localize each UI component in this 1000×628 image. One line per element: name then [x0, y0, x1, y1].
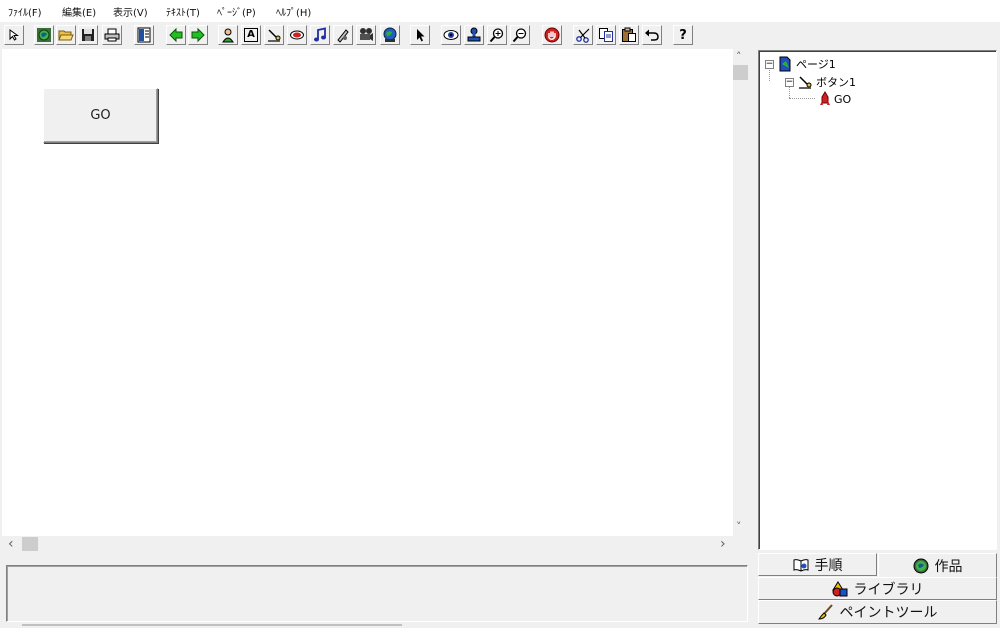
- toolbar: A ?: [0, 22, 1000, 48]
- zoom-out-button[interactable]: [510, 25, 530, 45]
- stamp-button[interactable]: [464, 25, 484, 45]
- work-canvas[interactable]: GO: [2, 49, 733, 536]
- copy-button[interactable]: [596, 25, 616, 45]
- scroll-left-arrow-icon[interactable]: ‹: [8, 537, 14, 551]
- button-tool-icon: [268, 29, 281, 42]
- tab-label-work: 作品: [934, 559, 963, 575]
- stop-button[interactable]: [542, 25, 562, 45]
- new-work-button[interactable]: [34, 25, 54, 45]
- tab-paint-tool[interactable]: ペイントツール: [758, 600, 997, 624]
- character-button[interactable]: [218, 25, 238, 45]
- music-note-icon: [314, 27, 326, 42]
- scroll-down-arrow-icon[interactable]: ˅: [736, 521, 742, 532]
- zoom-in-button[interactable]: [487, 25, 507, 45]
- collapse-toggle[interactable]: −: [785, 77, 794, 87]
- preview-button[interactable]: [441, 25, 461, 45]
- stamp-icon: [467, 27, 481, 42]
- tab-label-library: ライブラリ: [853, 581, 924, 598]
- zoom-out-icon: [512, 28, 527, 43]
- tab-label-procedure: 手順: [814, 557, 843, 574]
- horizontal-scroll-thumb[interactable]: [22, 537, 38, 551]
- page-icon: [779, 56, 791, 72]
- next-page-button[interactable]: [188, 25, 208, 45]
- print-button[interactable]: [102, 25, 122, 45]
- scissors-icon: [576, 28, 590, 43]
- shapes-icon: [831, 580, 847, 596]
- object-tree[interactable]: − ページ1 − ボタン1 GO: [758, 50, 997, 550]
- menu-text[interactable]: ﾃｷｽﾄ(T): [166, 4, 200, 19]
- globe-icon: [37, 28, 51, 42]
- help-button[interactable]: ?: [673, 25, 693, 45]
- rocket-icon: [820, 91, 830, 105]
- web-globe-icon: [383, 27, 397, 42]
- go-button[interactable]: GO: [43, 88, 158, 143]
- stop-hand-icon: [544, 27, 560, 43]
- previous-page-button[interactable]: [166, 25, 186, 45]
- layout-button[interactable]: [134, 25, 154, 45]
- tab-work[interactable]: 作品: [878, 553, 997, 578]
- text-box-icon: A: [244, 28, 258, 42]
- printer-icon: [104, 28, 120, 42]
- globe-icon: [913, 558, 928, 574]
- undo-button[interactable]: [642, 25, 662, 45]
- character-icon: [222, 28, 234, 43]
- menu-edit[interactable]: 編集(E): [62, 4, 96, 19]
- tree-node-action[interactable]: GO: [819, 91, 851, 107]
- tree-node-page[interactable]: − ページ1: [765, 56, 836, 72]
- eye-shape-icon: [290, 30, 304, 40]
- draw-tool-button[interactable]: [333, 25, 353, 45]
- tab-library[interactable]: ライブラリ: [758, 577, 997, 600]
- menu-file[interactable]: ﾌｧｲﾙ(F): [8, 4, 42, 19]
- clipboard-icon: [622, 27, 636, 42]
- tree-label-page: ページ1: [796, 58, 836, 71]
- message-area: [6, 565, 748, 622]
- button-tool-button[interactable]: [264, 25, 284, 45]
- folder-open-icon: [58, 30, 74, 41]
- cursor-icon: [9, 29, 20, 41]
- arrow-right-icon: [191, 27, 205, 43]
- pen-icon: [337, 29, 349, 43]
- panels-icon: [137, 27, 151, 43]
- picture-tool-button[interactable]: [287, 25, 307, 45]
- paste-button[interactable]: [619, 25, 639, 45]
- menu-page[interactable]: ﾍﾟｰｼﾞ(P): [217, 4, 256, 19]
- sound-button[interactable]: [310, 25, 330, 45]
- button-tool-icon: [799, 76, 812, 89]
- tree-label-button: ボタン1: [816, 76, 856, 89]
- undo-icon: [645, 29, 659, 41]
- menu-bar: ﾌｧｲﾙ(F) 編集(E) 表示(V) ﾃｷｽﾄ(T) ﾍﾟｰｼﾞ(P) ﾍﾙﾌ…: [0, 0, 1000, 22]
- question-mark-icon: ?: [679, 27, 687, 43]
- bottom-divider: [22, 624, 402, 626]
- horizontal-scrollbar[interactable]: ‹ ›: [2, 536, 733, 553]
- pointer-button[interactable]: [410, 25, 430, 45]
- eye-icon: [443, 30, 459, 40]
- open-button[interactable]: [56, 25, 76, 45]
- tree-node-button[interactable]: − ボタン1: [785, 74, 856, 90]
- tree-line: [789, 98, 815, 99]
- vertical-scrollbar[interactable]: ˄ ˅: [733, 49, 749, 536]
- copy-icon: [599, 28, 613, 42]
- menu-view[interactable]: 表示(V): [113, 4, 148, 19]
- floppy-disk-icon: [82, 29, 94, 41]
- select-arrow-button[interactable]: [4, 25, 24, 45]
- save-button[interactable]: [78, 25, 98, 45]
- tab-procedure[interactable]: 手順: [758, 553, 877, 576]
- arrow-left-icon: [169, 27, 183, 43]
- collapse-toggle[interactable]: −: [765, 59, 774, 69]
- text-tool-button[interactable]: A: [241, 25, 261, 45]
- zoom-in-icon: [489, 28, 504, 43]
- book-icon: [793, 558, 808, 572]
- paintbrush-icon: [817, 604, 833, 620]
- movie-button[interactable]: [356, 25, 376, 45]
- scroll-right-arrow-icon[interactable]: ›: [720, 537, 726, 551]
- tab-label-paint-tool: ペイントツール: [839, 605, 938, 621]
- vertical-scroll-thumb[interactable]: [733, 65, 748, 80]
- menu-help[interactable]: ﾍﾙﾌﾟ(H): [276, 4, 311, 19]
- film-camera-icon: [360, 28, 373, 41]
- internet-button[interactable]: [380, 25, 400, 45]
- scroll-up-arrow-icon[interactable]: ˄: [736, 51, 742, 62]
- pointer-arrow-icon: [417, 29, 425, 42]
- tree-label-action: GO: [834, 92, 852, 106]
- cut-button[interactable]: [573, 25, 593, 45]
